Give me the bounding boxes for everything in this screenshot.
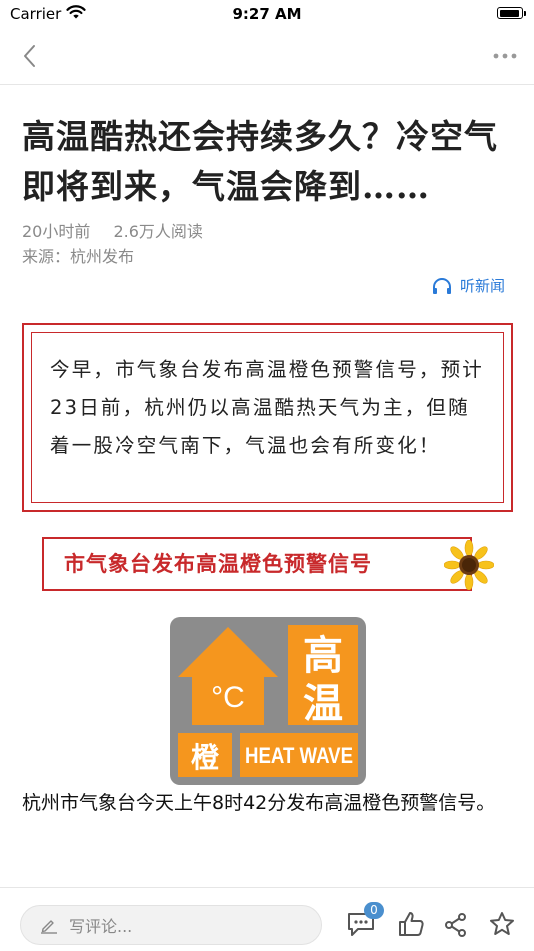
warning-temp-unit: °C: [211, 681, 245, 714]
comment-input[interactable]: 写评论...: [20, 905, 322, 945]
article-source: 来源：杭州发布: [22, 247, 135, 266]
status-bar: Carrier 9:27 AM: [0, 0, 534, 28]
battery-icon: [497, 7, 526, 19]
comment-placeholder: 写评论...: [69, 917, 133, 936]
publish-time: 20小时前: [22, 222, 91, 241]
clock: 9:27 AM: [232, 5, 302, 23]
heat-wave-warning-icon: °C 高 温 橙 HEAT WAVE: [170, 617, 366, 785]
warning-banner: 市气象台发布高温橙色预警信号: [42, 537, 472, 591]
listen-news-button[interactable]: 听新闻: [432, 275, 505, 296]
article-meta: 20小时前 2.6万人阅读: [22, 218, 221, 242]
more-icon[interactable]: [490, 46, 520, 66]
warning-level-char: 橙: [191, 741, 220, 774]
warning-cn-top: 高: [303, 633, 343, 679]
warning-cn-bottom: 温: [303, 681, 343, 727]
headphones-icon: [433, 277, 451, 294]
article-title: 高温酷热还会持续多久？冷空气即将到来，气温会降到……: [22, 117, 498, 206]
summary-text: 今早，市气象台发布高温橙色预警信号，预计23日前，杭州仍以高温酷热天气为主，但随…: [50, 358, 485, 457]
warning-en-label: HEAT WAVE: [245, 743, 353, 768]
favorite-icon[interactable]: [488, 910, 516, 938]
listen-news-label: 听新闻: [460, 277, 506, 295]
back-icon[interactable]: [18, 42, 42, 70]
pencil-icon: [41, 920, 57, 934]
like-icon[interactable]: [397, 910, 425, 938]
comment-count-badge: 0: [364, 902, 384, 919]
read-count: 2.6万人阅读: [113, 222, 203, 241]
nav-bar: [0, 28, 534, 85]
sunflower-icon: [444, 540, 494, 590]
article-paragraph: 杭州市气象台今天上午8时42分发布高温橙色预警信号。: [22, 792, 496, 814]
share-icon[interactable]: [443, 912, 469, 938]
